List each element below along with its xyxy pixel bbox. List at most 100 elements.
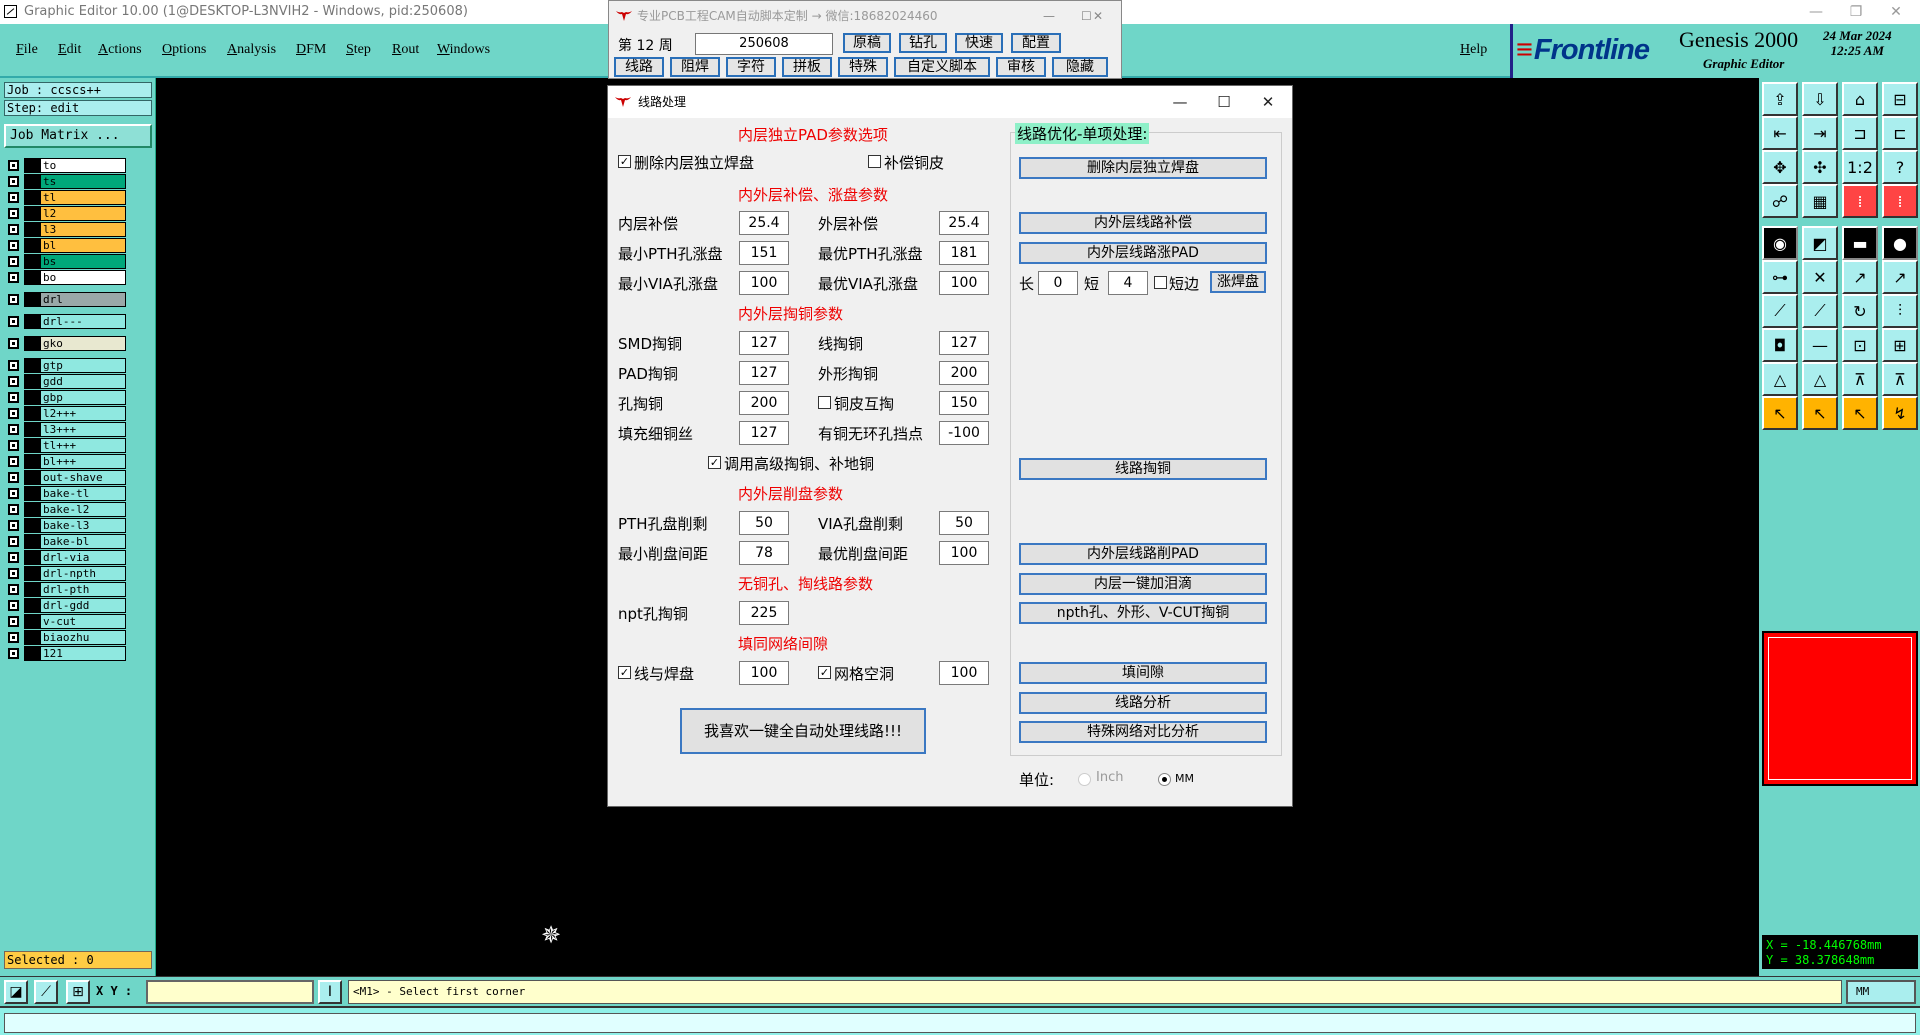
fill-gap-button[interactable]: 填间隙: [1019, 662, 1267, 684]
layer-name[interactable]: bake-bl: [40, 534, 126, 549]
fill-thin-input[interactable]: 127: [739, 421, 789, 445]
layer-name[interactable]: gko: [40, 336, 126, 351]
layer-checkbox[interactable]: [8, 176, 19, 187]
layer-name[interactable]: drl---: [40, 314, 126, 329]
comp-copper-checkbox[interactable]: [868, 155, 881, 168]
layer-name[interactable]: l2: [40, 206, 126, 221]
cam-minimize-button[interactable]: —: [1043, 1, 1055, 31]
layer-name[interactable]: bake-tl: [40, 486, 126, 501]
layer-name[interactable]: 121: [40, 646, 126, 661]
layer-checkbox[interactable]: [8, 648, 19, 659]
line-pad-input[interactable]: 100: [739, 661, 789, 685]
snap-icon[interactable]: ☍: [1762, 184, 1798, 218]
triangle-b-icon[interactable]: △: [1802, 362, 1838, 396]
npth-taotong-button[interactable]: npth孔、外形、V-CUT掏铜: [1019, 602, 1267, 624]
review-button[interactable]: 审核: [996, 57, 1046, 77]
layer-name[interactable]: l3+++: [40, 422, 126, 437]
layer-name[interactable]: bl+++: [40, 454, 126, 469]
layer-row[interactable]: bake-tl: [4, 486, 128, 501]
measure-icon[interactable]: ⟋: [34, 980, 58, 1004]
short-edge-checkbox[interactable]: [1154, 276, 1167, 289]
help-icon[interactable]: ?: [1882, 150, 1918, 184]
week-input[interactable]: 250608: [695, 33, 833, 55]
menu-analysis[interactable]: Analysis: [227, 42, 276, 58]
layer-name[interactable]: gtp: [40, 358, 126, 373]
npt-input[interactable]: 225: [739, 601, 789, 625]
layer-row[interactable]: l2+++: [4, 406, 128, 421]
length-input[interactable]: 0: [1038, 271, 1078, 295]
line-button[interactable]: 线路: [614, 57, 664, 77]
cu-mutual-input[interactable]: 150: [939, 391, 989, 415]
menu-help[interactable]: Help: [1460, 42, 1487, 58]
layer-name[interactable]: tl+++: [40, 438, 126, 453]
layer-checkbox[interactable]: [8, 616, 19, 627]
select-box-icon[interactable]: ⊡: [1842, 328, 1878, 362]
layer-checkbox[interactable]: [8, 338, 19, 349]
home-icon[interactable]: ⌂: [1842, 82, 1878, 116]
grid-view-icon[interactable]: ▦: [1802, 184, 1838, 218]
layer-row[interactable]: drl-pth: [4, 582, 128, 597]
close-button[interactable]: ✕: [1876, 0, 1916, 24]
layer-row[interactable]: drl-npth: [4, 566, 128, 581]
layer-checkbox[interactable]: [8, 440, 19, 451]
layer-checkbox[interactable]: [8, 424, 19, 435]
layer-name[interactable]: gbp: [40, 390, 126, 405]
layer-name[interactable]: to: [40, 158, 126, 173]
line-compensation-button[interactable]: 内外层线路补偿: [1019, 212, 1267, 234]
auto-process-button[interactable]: 我喜欢一键全自动处理线路!!!: [680, 708, 926, 754]
config-button[interactable]: 配置: [1011, 33, 1061, 53]
layer-row[interactable]: gtp: [4, 358, 128, 373]
short-input[interactable]: 4: [1108, 271, 1148, 295]
line-add-icon[interactable]: —: [1802, 328, 1838, 362]
layer-checkbox[interactable]: [8, 456, 19, 467]
measure-a-icon[interactable]: ⁞: [1842, 184, 1878, 218]
arc-b-icon[interactable]: ⊼: [1882, 362, 1918, 396]
layer-row[interactable]: gko: [4, 336, 128, 351]
cam-maximize-button[interactable]: ☐: [1081, 1, 1092, 31]
node-a-icon[interactable]: ↗: [1842, 260, 1878, 294]
line-taotong-input[interactable]: 127: [939, 331, 989, 355]
menu-windows[interactable]: Windows: [437, 42, 490, 58]
layer-row[interactable]: v-cut: [4, 614, 128, 629]
layer-row[interactable]: out-shave: [4, 470, 128, 485]
navigation-view[interactable]: [1762, 631, 1918, 786]
layer-row[interactable]: bo: [4, 270, 128, 285]
opt-via-input[interactable]: 100: [939, 271, 989, 295]
region-icon[interactable]: ◩: [1802, 226, 1838, 260]
layer-checkbox[interactable]: [8, 360, 19, 371]
pointer-c-icon[interactable]: ↖: [1842, 396, 1878, 430]
layer-name[interactable]: bl: [40, 238, 126, 253]
info-icon[interactable]: I: [318, 980, 342, 1004]
layer-name[interactable]: drl-npth: [40, 566, 126, 581]
layer-row[interactable]: drl: [4, 292, 128, 307]
scale-1-2-icon[interactable]: 1:2: [1842, 150, 1878, 184]
layer-row[interactable]: ts: [4, 174, 128, 189]
minimize-button[interactable]: —: [1796, 0, 1836, 24]
layer-row[interactable]: bs: [4, 254, 128, 269]
layer-row[interactable]: biaozhu: [4, 630, 128, 645]
teardrop-button[interactable]: 内层一键加泪滴: [1019, 573, 1267, 595]
layer-row[interactable]: to: [4, 158, 128, 173]
zoom-in-icon[interactable]: ✣: [1802, 150, 1838, 184]
dialog-maximize-button[interactable]: ☐: [1202, 86, 1246, 118]
fit-left-icon[interactable]: ⊐: [1842, 116, 1878, 150]
draw-slash-icon[interactable]: ⟋: [1802, 294, 1838, 328]
layer-row[interactable]: bl+++: [4, 454, 128, 469]
dot-icon[interactable]: ●: [1882, 226, 1918, 260]
custom-script-button[interactable]: 自定义脚本: [894, 57, 990, 77]
layer-checkbox[interactable]: [8, 552, 19, 563]
grid-void-input[interactable]: 100: [939, 661, 989, 685]
unit-inch-radio[interactable]: [1078, 773, 1091, 786]
layer-row[interactable]: drl-gdd: [4, 598, 128, 613]
layer-name[interactable]: bake-l3: [40, 518, 126, 533]
menu-actions[interactable]: Actions: [98, 42, 142, 58]
layer-row[interactable]: l3: [4, 222, 128, 237]
node-b-icon[interactable]: ↗: [1882, 260, 1918, 294]
layer-name[interactable]: bo: [40, 270, 126, 285]
fit-right-icon[interactable]: ⊏: [1882, 116, 1918, 150]
layer-checkbox[interactable]: [8, 224, 19, 235]
pad-input[interactable]: 127: [739, 361, 789, 385]
delete-icon[interactable]: ✕: [1802, 260, 1838, 294]
line-taotong-button[interactable]: 线路掏铜: [1019, 458, 1267, 480]
menu-file[interactable]: File: [16, 42, 38, 58]
